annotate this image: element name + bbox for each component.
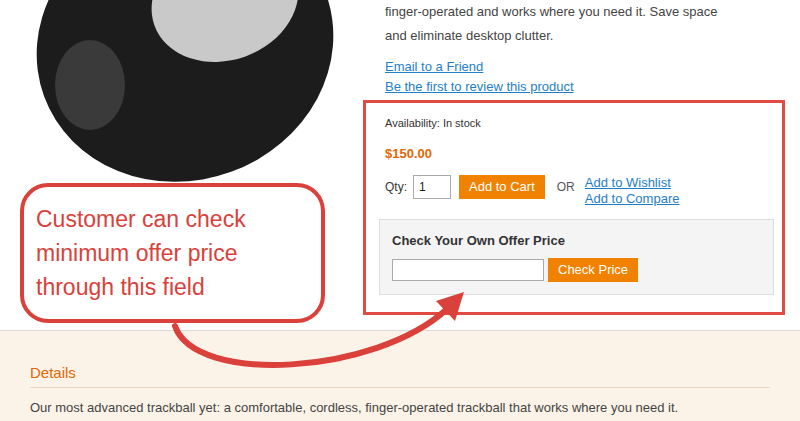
description-line: finger-operated and works where you need…: [385, 0, 785, 24]
product-page: finger-operated and works where you need…: [0, 0, 800, 421]
callout-line: Customer can check: [36, 202, 309, 236]
product-link[interactable]: Be the first to review this product: [385, 77, 785, 97]
qty-label: Qty:: [385, 175, 407, 199]
cart-row: Qty: 1 Add to Cart OR Add to WishlistAdd to …: [385, 175, 763, 207]
add-to-cart-button[interactable]: Add to Cart: [459, 175, 545, 199]
offer-input[interactable]: [392, 259, 544, 281]
callout: Customer can checkminimum offer pricethr…: [20, 183, 325, 323]
check-price-button[interactable]: Check Price: [548, 258, 638, 282]
offer-panel: Check Your Own Offer Price Check Price: [379, 219, 774, 295]
product-link[interactable]: Email to a Friend: [385, 57, 785, 77]
arrow-icon: [0, 0, 800, 421]
qty-input[interactable]: 1: [413, 175, 451, 199]
price: $150.00: [385, 145, 763, 163]
secondary-link[interactable]: Add to Wishlist: [585, 175, 680, 191]
product-links: Email to a FriendBe the first to review …: [385, 57, 785, 97]
description-line: and eliminate desktop clutter.: [385, 24, 785, 48]
offer-title: Check Your Own Offer Price: [392, 232, 761, 250]
details-section: Details Our most advanced trackball yet: …: [0, 330, 800, 421]
details-title: Details: [30, 363, 770, 388]
details-text: Our most advanced trackball yet: a comfo…: [30, 400, 770, 416]
secondary-link[interactable]: Add to Compare: [585, 191, 680, 207]
callout-line: minimum offer price: [36, 236, 309, 270]
offer-row: Check Price: [392, 258, 761, 282]
product-image: [0, 0, 363, 190]
availability: Availability: In stock: [385, 115, 763, 131]
product-description: finger-operated and works where you need…: [385, 0, 785, 48]
info-column: finger-operated and works where you need…: [363, 0, 785, 330]
purchase-box: Availability: In stock $150.00 Qty: 1 Add to…: [363, 100, 785, 315]
or-label: OR: [557, 175, 575, 199]
secondary-links: Add to WishlistAdd to Compare: [585, 175, 680, 207]
callout-line: through this field: [36, 270, 309, 304]
